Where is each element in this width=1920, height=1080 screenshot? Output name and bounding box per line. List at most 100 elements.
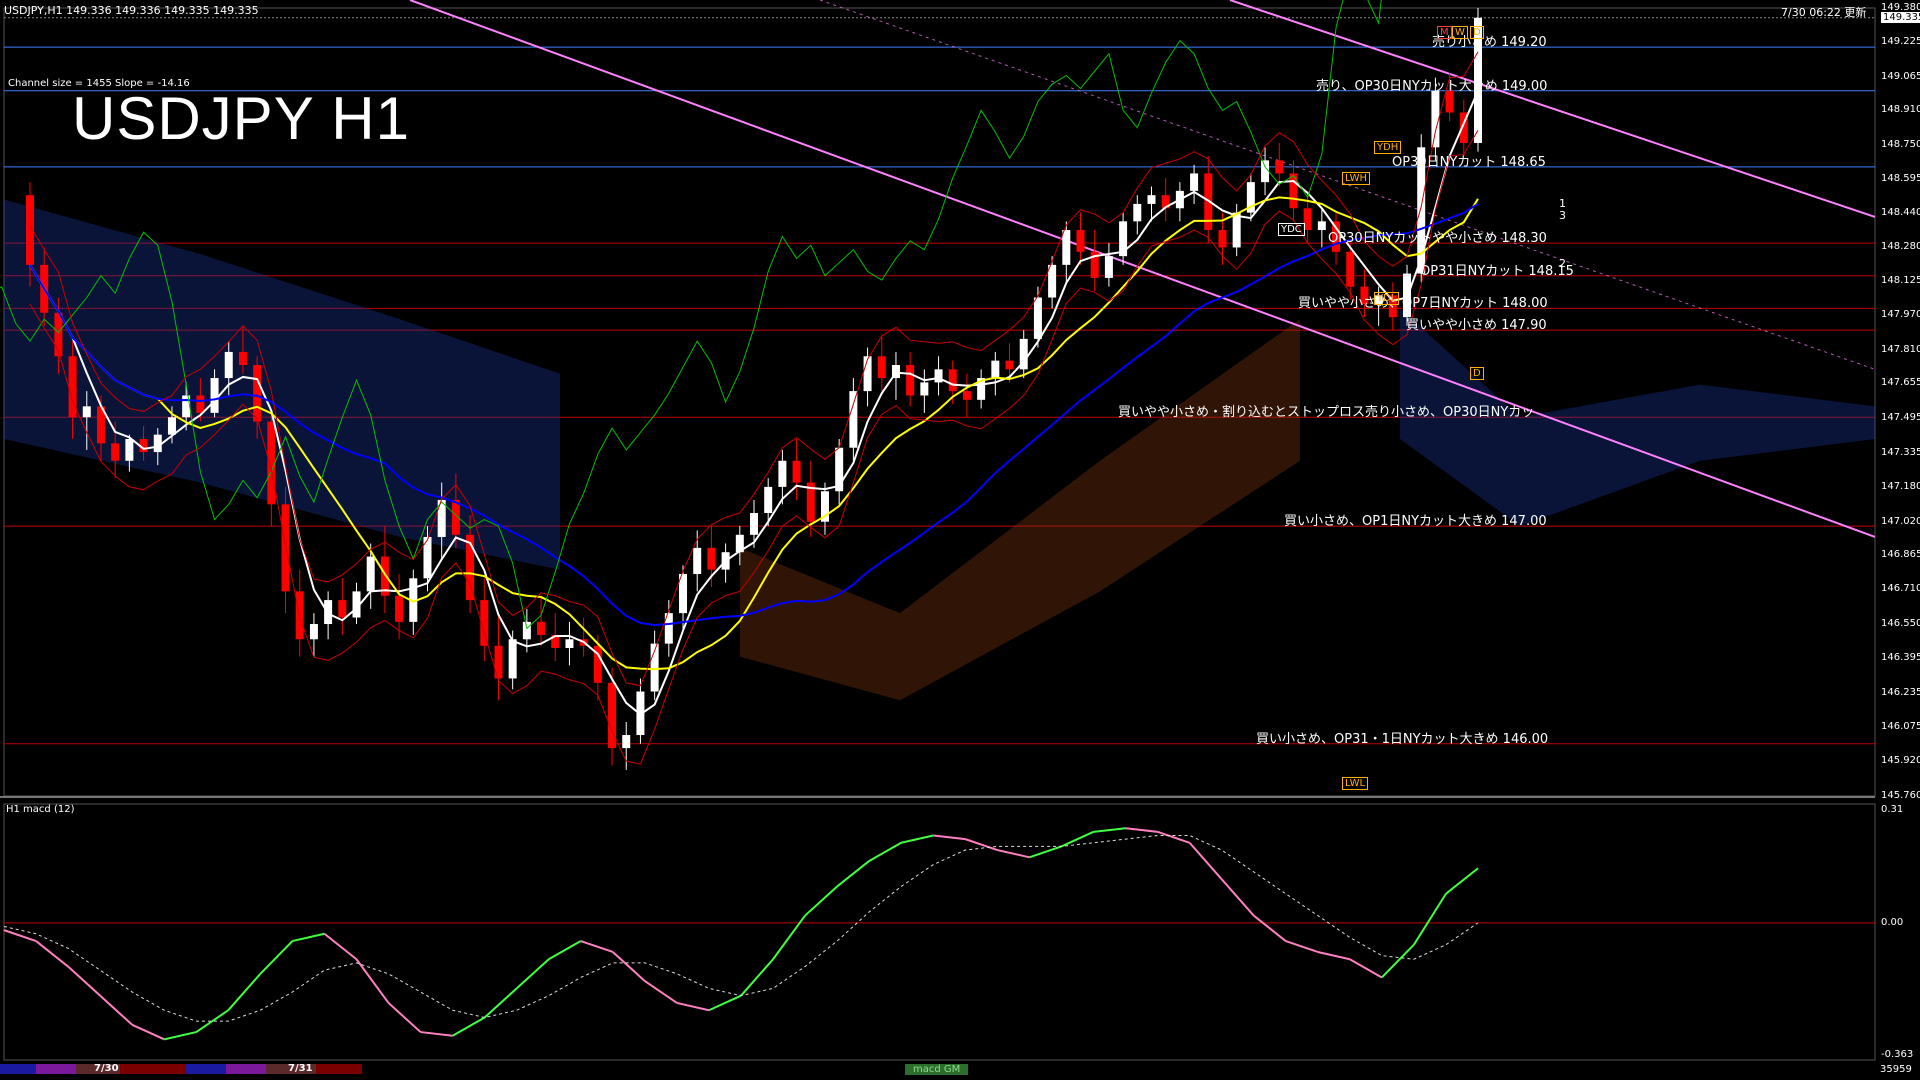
price-tick: 146.865 xyxy=(1881,549,1920,561)
candle-body xyxy=(1275,160,1284,174)
candle-body xyxy=(281,504,290,592)
candle-body xyxy=(877,356,886,379)
macd-main-segment xyxy=(355,958,390,1004)
candle-body xyxy=(167,417,176,435)
price-tick: 145.920 xyxy=(1881,755,1920,767)
macd-label: H1 macd (12) xyxy=(6,804,75,815)
fib-label-3: 3 xyxy=(1559,209,1566,222)
macd-main-segment xyxy=(1285,940,1319,953)
price-tick: 148.750 xyxy=(1881,139,1920,151)
macd-main-segment xyxy=(1317,951,1351,961)
bar-count: 35959 xyxy=(1880,1064,1912,1075)
chart-title: USDJPY H1 xyxy=(72,85,411,152)
price-tick: 146.710 xyxy=(1881,583,1920,595)
candle-body xyxy=(1147,195,1156,204)
candle-body xyxy=(224,351,233,379)
week-tag: W xyxy=(1452,26,1468,39)
candle-body xyxy=(494,645,503,679)
candle-body xyxy=(267,421,276,505)
level-label: 売り、OP30日NYカット大きめ 149.00 xyxy=(1316,78,1548,94)
date-label-2: 7/31 xyxy=(288,1063,313,1074)
ydl-tag: YDL xyxy=(1374,292,1400,305)
candle-body xyxy=(1261,160,1270,183)
candle-body xyxy=(1033,297,1042,339)
candle-body xyxy=(1190,173,1199,191)
price-tick: 147.655 xyxy=(1881,377,1920,389)
candle-body xyxy=(238,351,247,365)
price-tick: 146.550 xyxy=(1881,618,1920,630)
candle-body xyxy=(962,391,971,400)
macd-frame xyxy=(3,803,1876,1061)
macd-main-segment xyxy=(195,1009,229,1033)
candle-body xyxy=(82,406,91,418)
candle-body xyxy=(196,395,205,413)
macd-tick: 0.00 xyxy=(1881,916,1904,928)
price-tick: 148.125 xyxy=(1881,275,1920,287)
candle-body xyxy=(1303,208,1312,231)
candle-body xyxy=(537,621,546,635)
macd-main-segment xyxy=(676,1001,710,1012)
candle-body xyxy=(1346,251,1355,287)
candle-body xyxy=(1232,212,1241,248)
ydh-tag: YDH xyxy=(1374,141,1402,154)
macd-main-segment xyxy=(227,973,262,1011)
price-chart[interactable] xyxy=(0,0,1920,1080)
macd-main-segment xyxy=(516,958,550,990)
price-tick: 148.280 xyxy=(1881,241,1920,253)
fib-label-2: 2 xyxy=(1559,257,1566,270)
candle-body xyxy=(1133,203,1142,222)
price-tick: 145.760 xyxy=(1881,790,1920,801)
macd-main-segment xyxy=(836,860,870,888)
candle-body xyxy=(111,443,120,461)
macd-main-segment xyxy=(644,980,678,1004)
day-open-tag: D xyxy=(1470,367,1484,380)
macd-main-segment xyxy=(131,1023,165,1041)
candle-body xyxy=(366,556,375,592)
level-label: OP31日NYカット 148.15 xyxy=(1420,263,1574,279)
macd-main-segment xyxy=(548,940,582,961)
macd-main-segment xyxy=(1188,842,1223,880)
macd-main-segment xyxy=(163,1031,197,1041)
level-label: OP30日NYカットやや小さめ 148.30 xyxy=(1328,231,1547,247)
candle-body xyxy=(622,735,631,749)
candle-body xyxy=(395,595,404,622)
candle-body xyxy=(253,364,262,422)
macd-main-segment xyxy=(67,965,101,997)
macd-main-segment xyxy=(1349,958,1383,979)
price-tick: 149.225 xyxy=(1881,35,1920,47)
macd-main-segment xyxy=(1157,830,1190,844)
macd-main-segment xyxy=(1093,827,1126,833)
candle-body xyxy=(125,439,134,461)
macd-main-segment xyxy=(35,940,69,968)
candle-body xyxy=(849,391,858,448)
macd-main-segment xyxy=(99,994,133,1026)
macd-main-segment xyxy=(1220,878,1255,917)
period-seg xyxy=(36,1064,76,1074)
macd-main-segment xyxy=(292,932,325,943)
indicator-tab[interactable]: macd GM xyxy=(905,1064,969,1075)
candle-body xyxy=(693,547,702,574)
candle-body xyxy=(338,600,347,618)
day-tag: D xyxy=(1470,26,1484,39)
macd-main-segment xyxy=(452,1016,486,1037)
candle-body xyxy=(863,356,872,392)
macd-main-segment xyxy=(997,849,1030,859)
period-seg xyxy=(0,1064,36,1074)
price-tick: 146.235 xyxy=(1881,686,1920,698)
macd-main-segment xyxy=(804,885,838,917)
candle-body xyxy=(1218,230,1227,248)
current-price-tag: 149.335 xyxy=(1881,11,1920,23)
macd-signal-line xyxy=(3,834,1479,1022)
candle-body xyxy=(1076,230,1085,252)
macd-main-segment xyxy=(740,958,774,997)
candle-body xyxy=(1289,173,1298,209)
price-tick: 148.910 xyxy=(1881,104,1920,116)
month-tag: M xyxy=(1437,26,1452,39)
period-seg xyxy=(120,1064,186,1074)
candle-body xyxy=(508,639,517,679)
macd-main-segment xyxy=(900,834,934,844)
candle-body xyxy=(210,378,219,413)
lwh-tag: LWH xyxy=(1342,172,1371,185)
panel-separator[interactable] xyxy=(0,796,1875,798)
symbol-info: USDJPY,H1 149.336 149.336 149.335 149.33… xyxy=(4,4,259,17)
